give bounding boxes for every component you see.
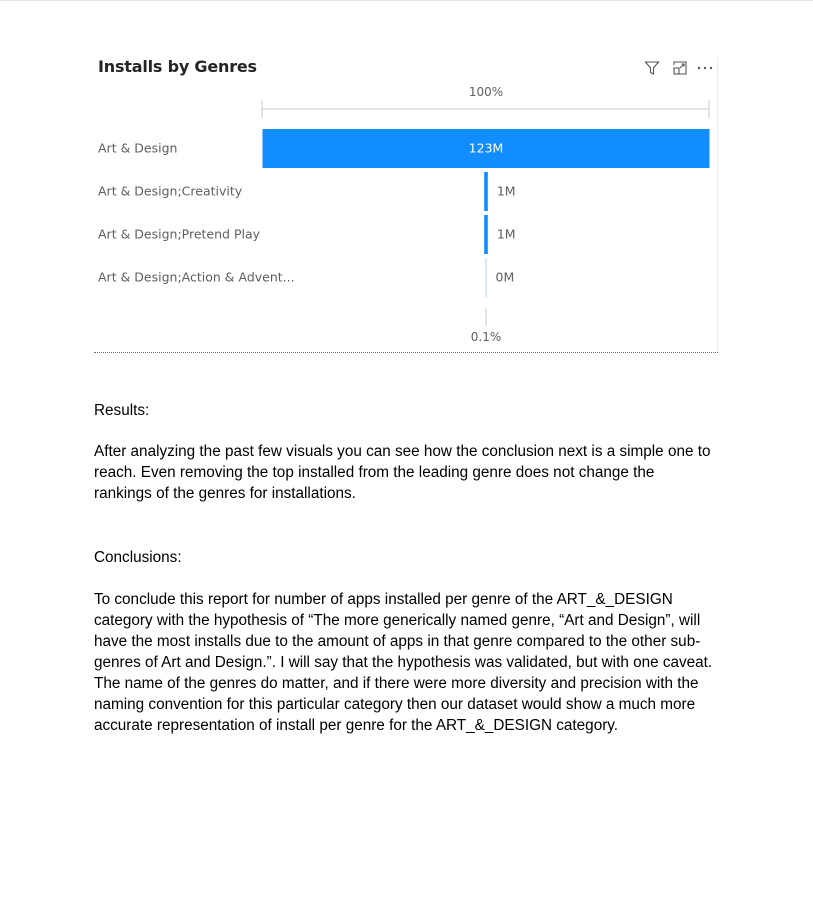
data-label: 1M <box>497 227 516 242</box>
axis-top-label: 100% <box>469 85 503 99</box>
data-label: 123M <box>469 141 504 156</box>
funnel-bar <box>484 215 488 254</box>
funnel-bar <box>485 258 487 297</box>
data-label: 1M <box>497 184 516 199</box>
conclusions-heading: Conclusions: <box>94 549 182 566</box>
bars: Art & Design 123M Art & Design;Creativity 1… <box>98 129 710 297</box>
funnel-chart: 100% Art & Design 123M Art & Design;Creati… <box>98 85 710 344</box>
category-label: Art & Design <box>98 141 177 156</box>
category-label: Art & Design;Pretend Play <box>98 227 261 242</box>
category-label: Art & Design;Creativity <box>98 184 243 199</box>
results-heading: Results: <box>94 402 150 419</box>
data-label: 0M <box>496 270 515 285</box>
axis-top <box>261 100 710 118</box>
conclusions-body: To conclude this report for number of ap… <box>94 591 713 734</box>
funnel-bar <box>484 172 488 211</box>
results-body: After analyzing the past few visuals you… <box>94 443 711 502</box>
axis-bottom-label: 0.1% <box>471 330 502 344</box>
category-label: Art & Design;Action & Advent... <box>98 270 295 285</box>
